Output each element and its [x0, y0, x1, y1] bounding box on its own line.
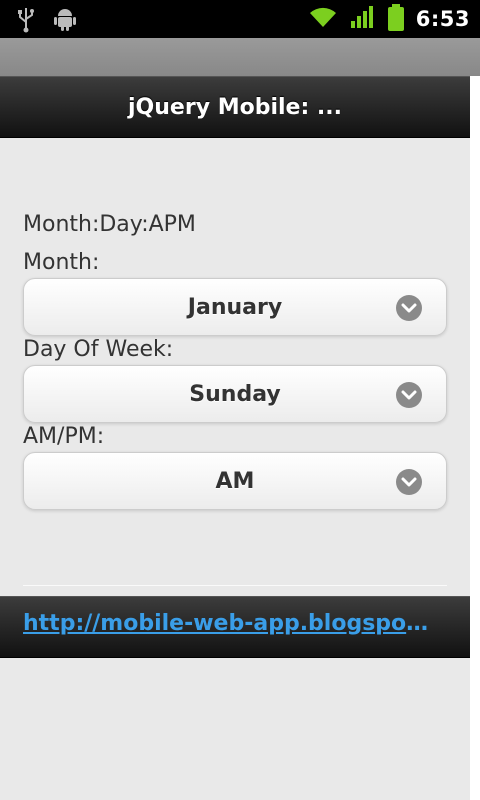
usb-icon — [16, 7, 36, 37]
am-pm-select-value: AM — [215, 468, 255, 494]
chevron-down-icon — [396, 382, 422, 408]
page-scroll-gutter — [470, 76, 480, 800]
chevron-down-icon — [396, 295, 422, 321]
page-title: jQuery Mobile: ... — [128, 94, 342, 120]
android-debug-icon — [54, 7, 76, 37]
chevron-down-icon — [396, 469, 422, 495]
form-heading: Month:Day:APM — [23, 212, 196, 237]
system-icons: 6:53 — [308, 4, 470, 33]
day-of-week-select-value: Sunday — [189, 381, 281, 407]
month-select-value: January — [187, 294, 283, 320]
web-page: jQuery Mobile: ... Month:Day:APM Month: … — [0, 76, 470, 800]
am-pm-select[interactable]: AM — [23, 452, 447, 510]
month-label: Month: — [23, 250, 100, 275]
day-of-week-select[interactable]: Sunday — [23, 365, 447, 423]
browser-toolbar — [0, 38, 480, 76]
notification-icons — [16, 7, 76, 37]
wifi-icon — [308, 5, 338, 33]
battery-icon — [387, 4, 404, 31]
day-of-week-label: Day Of Week: — [23, 337, 174, 362]
blog-link[interactable]: http://mobile-web-app.blogspot.c... — [23, 611, 437, 636]
page-footer: http://mobile-web-app.blogspot.c... — [0, 596, 470, 658]
signal-icon — [350, 5, 376, 33]
month-select[interactable]: January — [23, 278, 447, 336]
divider — [23, 585, 447, 586]
clock: 6:53 — [415, 7, 470, 31]
status-bar: 6:53 — [0, 0, 480, 38]
am-pm-label: AM/PM: — [23, 424, 105, 449]
page-header: jQuery Mobile: ... — [0, 76, 470, 138]
